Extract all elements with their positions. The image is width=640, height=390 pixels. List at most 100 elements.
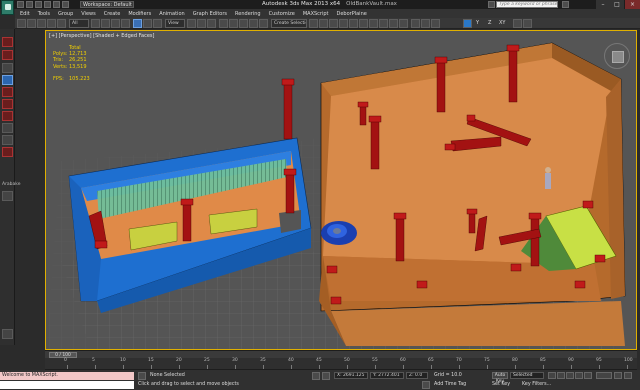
tool-icon-7[interactable] [2,111,13,121]
maxscript-listener[interactable]: Welcome to MAXScript. [0,372,134,380]
menu-customize[interactable]: Customize [269,11,295,17]
y-axis-label[interactable]: Y [476,19,479,28]
mirror-icon[interactable] [309,19,318,28]
rectangular-selection-icon[interactable] [111,19,120,28]
lock-selection-icon[interactable] [312,372,320,380]
select-and-rotate-icon[interactable] [143,19,152,28]
next-frame-icon[interactable] [575,372,583,379]
graphite-ribbon-icon[interactable] [339,19,348,28]
x-coordinate-field[interactable]: X: 2691.125 [334,372,368,379]
menu-maxscript[interactable]: MAXScript [303,11,329,17]
select-icon-2[interactable] [2,50,13,60]
save-file-icon[interactable] [35,1,42,8]
maxscript-input[interactable] [0,381,134,389]
status-toggle-icon[interactable] [138,372,146,380]
tool-icon-11[interactable] [2,191,13,201]
material-editor-icon[interactable] [369,19,378,28]
menu-deborplaine[interactable]: DeborPlaine [337,11,367,17]
time-slider-track[interactable]: 0 / 100 [45,350,637,358]
select-object-icon[interactable] [91,19,100,28]
schematic-view-icon[interactable] [359,19,368,28]
snap-extra-icon[interactable] [421,19,430,28]
perspective-viewport[interactable]: [+] [Perspective] [Shaded + Edged Faces]… [45,30,637,350]
menu-extra-icon[interactable] [411,19,420,28]
percent-snap-icon[interactable] [239,19,248,28]
menu-group[interactable]: Group [58,11,73,17]
current-frame-field[interactable] [596,372,612,379]
go-to-start-icon[interactable] [548,372,556,379]
tool-icon-5[interactable] [2,87,13,97]
curve-editor-icon[interactable] [349,19,358,28]
rendered-frame-window-icon[interactable] [389,19,398,28]
menu-graph-editors[interactable]: Graph Editors [193,11,227,17]
go-to-end-icon[interactable] [584,372,592,379]
absolute-mode-icon[interactable] [322,372,330,380]
select-and-scale-icon[interactable] [153,19,162,28]
scene-canvas[interactable] [46,31,637,350]
undo-scene-icon[interactable] [17,19,26,28]
menu-animation[interactable]: Animation [159,11,185,17]
redo-icon[interactable] [53,1,60,8]
selection-filter-dropdown[interactable]: All [69,19,89,28]
app-logo-icon[interactable] [1,0,14,15]
z-coordinate-field[interactable]: Z: 0.0 [406,372,428,379]
tool-icon-8[interactable] [2,123,13,133]
angle-snap-icon[interactable] [229,19,238,28]
tool-icon-3[interactable] [2,63,13,73]
time-tag-icon[interactable] [422,381,430,389]
help-icon[interactable] [562,1,569,8]
select-manipulate-icon[interactable] [197,19,206,28]
track-bar[interactable]: 0 5 10 15 20 25 30 35 40 45 50 55 60 65 70 75 80 85 90 95 10… [45,358,637,370]
undo-icon[interactable] [44,1,51,8]
pivot-point-icon[interactable] [187,19,196,28]
edit-named-selection-icon[interactable] [259,19,268,28]
tool-icon-9[interactable] [2,135,13,145]
y-coordinate-field[interactable]: Y: 2772.401 [370,372,404,379]
time-config-icon[interactable] [614,372,622,379]
search-icon[interactable] [488,1,495,8]
menu-edit[interactable]: Edit [20,11,30,17]
select-by-name-icon[interactable] [101,19,110,28]
search-input[interactable]: Type a keyword or phrase [496,1,558,8]
menu-create[interactable]: Create [104,11,121,17]
keyboard-shortcut-override-icon[interactable] [207,19,216,28]
x-axis-constraint-icon[interactable] [463,19,472,28]
z-axis-label[interactable]: Z [488,19,491,28]
zoom-extents-icon[interactable] [624,372,632,379]
named-selection-dropdown[interactable]: Create Selection Se [271,19,307,28]
xy-axis-label[interactable]: XY [499,19,505,28]
bind-space-warp-icon[interactable] [57,19,66,28]
open-file-icon[interactable] [26,1,33,8]
key-mode-dropdown[interactable]: Selected [510,372,544,379]
play-icon[interactable] [566,372,574,379]
project-folder-icon[interactable] [62,1,69,8]
window-crossing-icon[interactable] [121,19,130,28]
expand-panel-icon[interactable] [2,329,13,339]
auto-key-button[interactable]: Auto Key [492,372,508,384]
toolbar-extra-icon[interactable] [431,19,440,28]
tool-icon-6[interactable] [2,99,13,109]
snaps-toggle-icon[interactable] [219,19,228,28]
redo-scene-icon[interactable] [27,19,36,28]
link-icon[interactable] [37,19,46,28]
select-icon-1[interactable] [2,37,13,47]
viewcube-widget[interactable] [604,43,630,69]
workspace-dropdown[interactable]: Workspace: Default [80,1,134,8]
close-button[interactable]: × [625,0,640,9]
viewcube-icon[interactable] [612,51,624,63]
axis-constraint-icon[interactable] [513,19,522,28]
active-tool-icon[interactable] [2,75,13,85]
render-setup-icon[interactable] [379,19,388,28]
spinner-snap-icon[interactable] [249,19,258,28]
add-time-tag[interactable]: Add Time Tag [434,382,466,387]
key-filters-button[interactable]: Key Filters... [522,382,551,387]
new-file-icon[interactable] [17,1,24,8]
menu-rendering[interactable]: Rendering [235,11,261,17]
align-icon[interactable] [319,19,328,28]
select-and-move-icon[interactable] [133,19,142,28]
reference-coordinate-dropdown[interactable]: View [165,19,185,28]
menu-tools[interactable]: Tools [38,11,50,17]
tools-extra-icon[interactable] [523,19,532,28]
menu-views[interactable]: Views [81,11,95,17]
menu-modifiers[interactable]: Modifiers [128,11,151,17]
